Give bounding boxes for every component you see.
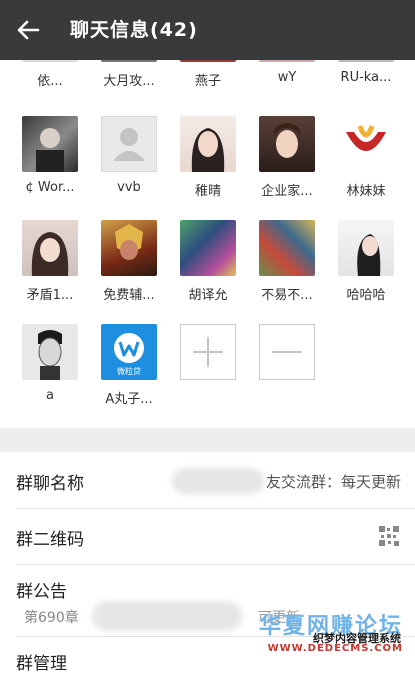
member-tile[interactable]: 微粒贷 A丸子... (94, 324, 164, 407)
logo-caption: 微粒贷 (117, 367, 141, 376)
member-tile[interactable]: 哈哈哈 (331, 220, 401, 303)
avatar (22, 324, 78, 380)
group-name-label: 群聊名称 (16, 474, 84, 494)
avatar (180, 220, 236, 276)
member-name: ¢ Wor... (25, 180, 75, 195)
default-person-icon (101, 116, 157, 172)
qr-code-icon (379, 526, 399, 546)
member-name: RU-ka... (340, 70, 392, 85)
member-tile[interactable]: vvb (94, 116, 164, 195)
remove-member-button[interactable] (259, 324, 315, 380)
blurred-region (92, 601, 242, 631)
member-name: wY (277, 70, 297, 85)
member-tile[interactable]: 依... (15, 60, 85, 89)
avatar (22, 116, 78, 172)
blurred-region (172, 468, 264, 494)
member-tile[interactable]: wY (252, 60, 322, 85)
page-title: 聊天信息(42) (70, 19, 198, 41)
member-tile[interactable]: 林妹妹 (331, 116, 401, 199)
site-watermark: 华夏网赚论坛 织梦内容管理系统 WWW.DEDECMS.COM (249, 608, 409, 656)
member-tile[interactable]: ¢ Wor... (15, 116, 85, 195)
member-name: a (46, 388, 54, 403)
group-manage-label: 群管理 (16, 654, 67, 674)
member-name: 林妹妹 (346, 184, 386, 199)
group-name-row[interactable]: 群聊名称 友交流群：每天更新 (0, 452, 415, 508)
back-arrow-icon[interactable] (14, 16, 42, 44)
minus-icon (272, 351, 302, 353)
member-name: 依... (37, 74, 63, 89)
member-name: A丸子... (105, 392, 153, 407)
title-bar: 聊天信息(42) (0, 0, 415, 60)
add-member-button[interactable] (180, 324, 236, 380)
group-name-value: 友交流群：每天更新 (265, 473, 401, 491)
member-tile[interactable]: 矛盾1... (15, 220, 85, 303)
member-tile[interactable]: 燕子 (173, 60, 243, 89)
avatar (338, 60, 394, 62)
member-tile[interactable]: 胡译允 (173, 220, 243, 303)
member-tile[interactable]: a (15, 324, 85, 403)
blue-w-logo-icon: 微粒贷 (101, 324, 157, 380)
avatar (259, 60, 315, 62)
avatar (101, 60, 157, 62)
group-qr-label: 群二维码 (16, 530, 84, 550)
avatar (180, 116, 236, 172)
section-separator (0, 428, 415, 452)
avatar (338, 220, 394, 276)
member-tile[interactable]: RU-ka... (331, 60, 401, 85)
avatar (101, 220, 157, 276)
watermark-url: WWW.DEDECMS.COM (267, 643, 403, 654)
member-tile[interactable]: 不易不... (252, 220, 322, 303)
member-name: 燕子 (194, 74, 221, 89)
member-name: 稚晴 (194, 184, 221, 199)
member-tile[interactable]: 免费辅... (94, 220, 164, 303)
notice-preview: 第690章 (24, 610, 79, 626)
avatar (22, 60, 78, 62)
avatar (338, 116, 394, 172)
member-tile[interactable]: 企业家... (252, 116, 322, 199)
member-name: 不易不... (261, 288, 313, 303)
plus-icon (193, 337, 223, 367)
member-tile[interactable]: 稚晴 (173, 116, 243, 199)
avatar (180, 60, 236, 62)
member-name: 胡译允 (188, 288, 228, 303)
member-name: 大月攻... (103, 74, 155, 89)
member-name: 免费辅... (103, 288, 155, 303)
member-name: vvb (117, 180, 141, 195)
member-tile[interactable]: 大月攻... (94, 60, 164, 89)
group-qr-row[interactable]: 群二维码 (0, 509, 415, 564)
member-name: 矛盾1... (26, 288, 74, 303)
member-name: 企业家... (261, 184, 313, 199)
avatar (259, 220, 315, 276)
avatar (259, 116, 315, 172)
avatar (22, 220, 78, 276)
member-grid: 依... 大月攻... 燕子 wY RU-ka... ¢ Wor... vvb … (0, 60, 415, 428)
member-name: 哈哈哈 (346, 288, 386, 303)
group-notice-label: 群公告 (16, 582, 67, 602)
